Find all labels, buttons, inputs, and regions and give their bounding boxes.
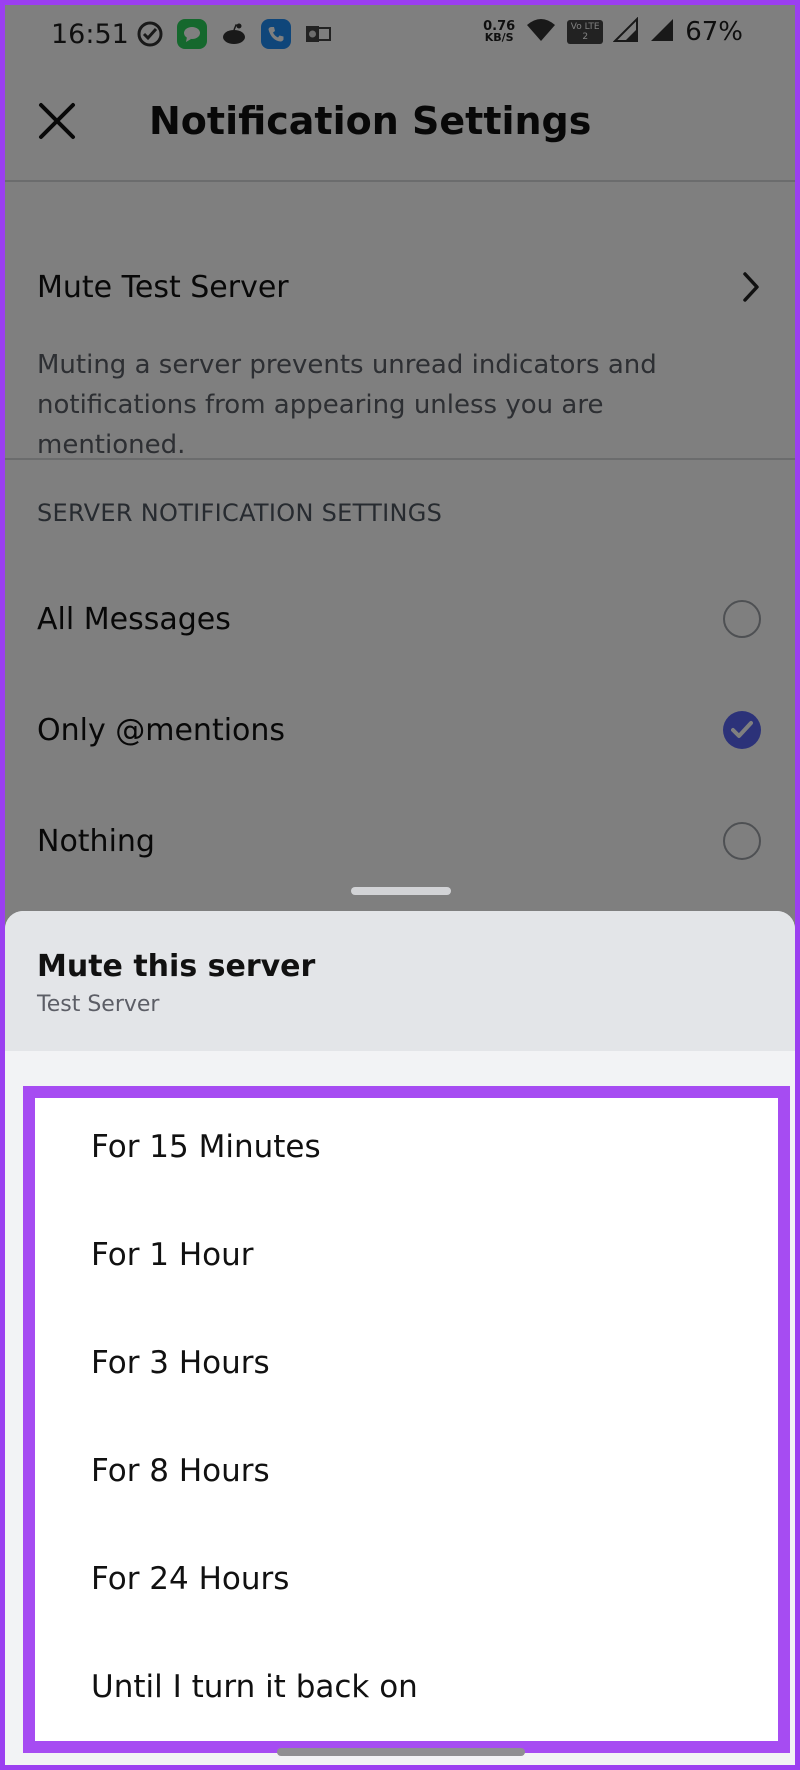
sheet-drag-handle[interactable] — [351, 887, 451, 895]
mute-3-hours-option[interactable]: For 3 Hours — [47, 1314, 766, 1422]
mute-duration-list: For 15 Minutes For 1 Hour For 3 Hours Fo… — [23, 1086, 790, 1753]
sheet-subtitle: Test Server — [37, 992, 160, 1017]
mute-8-hours-option[interactable]: For 8 Hours — [47, 1422, 766, 1530]
phone-screen: 16:51 0.76 — [5, 5, 795, 1765]
menu-item-label: For 15 Minutes — [91, 1129, 321, 1165]
sheet-title: Mute this server — [37, 949, 316, 984]
menu-item-label: For 24 Hours — [91, 1561, 290, 1597]
menu-item-label: For 8 Hours — [91, 1453, 270, 1489]
mute-bottom-sheet: Mute this server Test Server For 15 Minu… — [5, 911, 795, 1765]
home-indicator[interactable] — [277, 1748, 525, 1756]
mute-24-hours-option[interactable]: For 24 Hours — [47, 1530, 766, 1638]
mute-15-minutes-option[interactable]: For 15 Minutes — [47, 1098, 766, 1206]
sheet-header: Mute this server Test Server — [5, 911, 795, 1051]
menu-item-label: For 1 Hour — [91, 1237, 254, 1273]
mute-1-hour-option[interactable]: For 1 Hour — [47, 1206, 766, 1314]
menu-item-label: For 3 Hours — [91, 1345, 270, 1381]
menu-item-label: Until I turn it back on — [91, 1669, 418, 1705]
mute-until-turned-on-option[interactable]: Until I turn it back on — [47, 1638, 766, 1746]
